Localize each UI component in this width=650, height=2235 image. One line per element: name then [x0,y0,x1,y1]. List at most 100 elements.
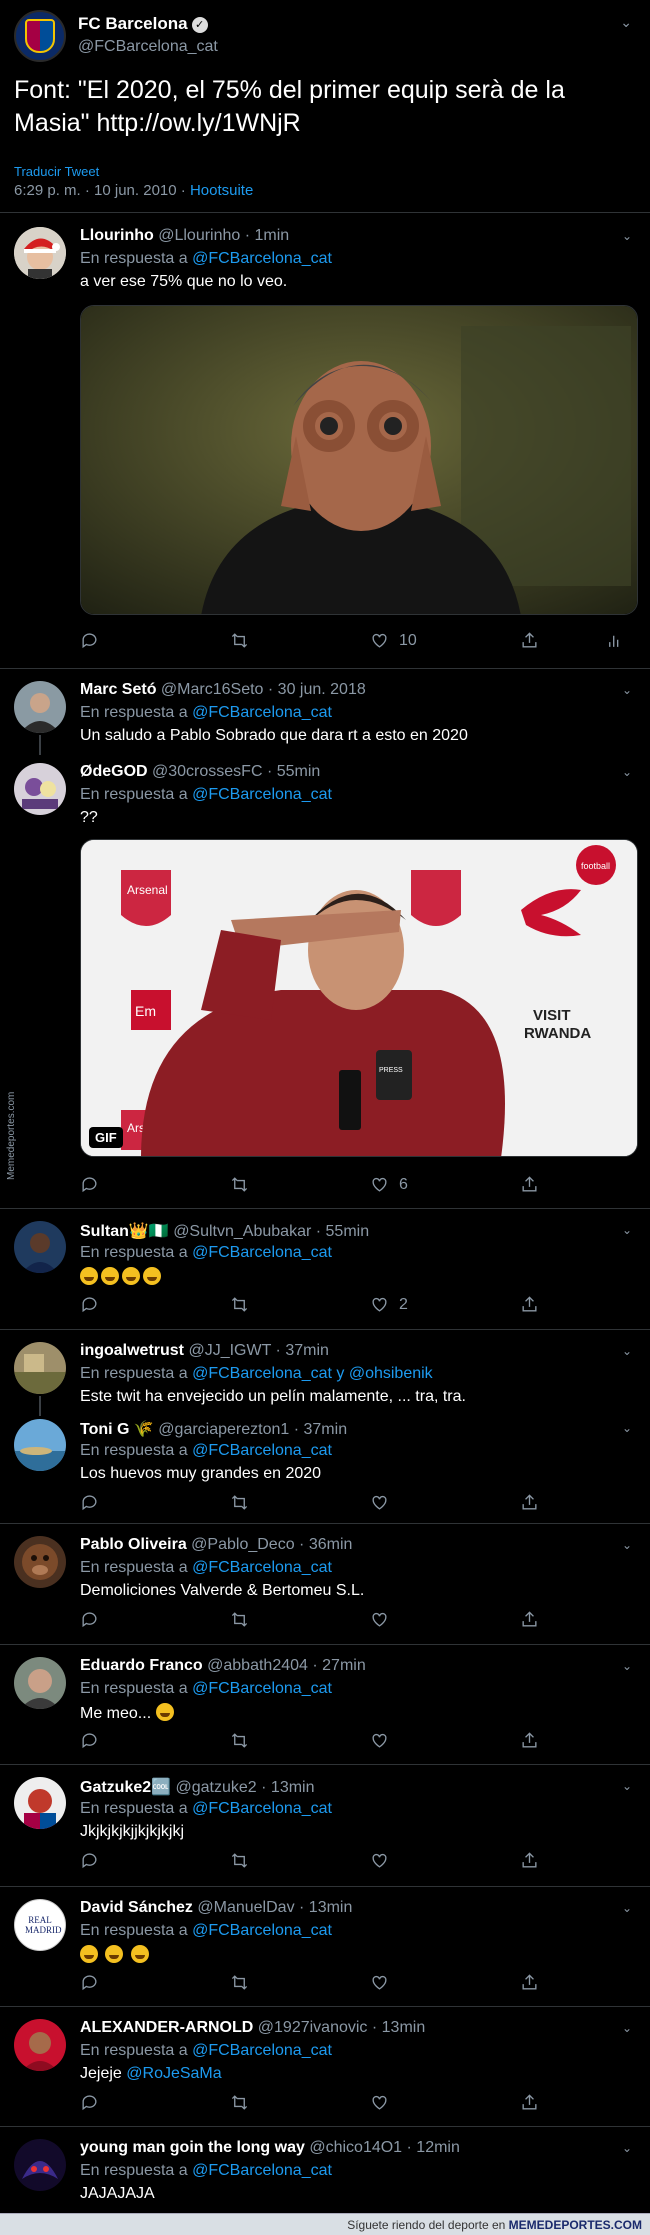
chevron-down-icon[interactable]: ⌄ [622,1223,632,1237]
reply-button[interactable] [80,1295,99,1314]
like-button[interactable] [370,2093,389,2112]
reply-time[interactable]: · 13min [261,1779,314,1796]
reply-tweet[interactable]: ØdeGOD @30crossesFC · 55min ⌄ En respues… [0,753,650,1208]
retweet-button[interactable] [230,1610,249,1629]
mention-link[interactable]: @FCBarcelona_cat [192,1800,332,1817]
reply-tweet[interactable]: Marc Setó @Marc16Seto · 30 jun. 2018 ⌄ E… [0,668,650,755]
reply-button[interactable] [80,1851,99,1870]
avatar[interactable] [14,2019,66,2071]
like-button[interactable] [370,1731,389,1750]
author-name[interactable]: Eduardo Franco [80,1657,203,1674]
author-handle[interactable]: @gatzuke2 [176,1779,257,1796]
author-handle[interactable]: @abbath2404 [207,1657,308,1674]
analytics-button[interactable] [605,631,624,650]
chevron-down-icon[interactable]: ⌄ [622,1779,632,1793]
reply-tweet[interactable]: REAL MADRID David Sánchez @ManuelDav · 1… [0,1886,650,2006]
reply-time[interactable]: · 37min [276,1342,329,1359]
author-handle[interactable]: @1927ivanovic [258,2019,368,2036]
avatar[interactable] [14,227,66,279]
author-name[interactable]: young man goin the long way [80,2139,305,2156]
mention-link[interactable]: @FCBarcelona_cat [192,704,332,721]
retweet-button[interactable] [230,1175,249,1194]
chevron-down-icon[interactable]: ⌄ [622,1901,632,1915]
avatar[interactable] [14,1657,66,1709]
share-button[interactable] [520,2093,539,2112]
reply-button[interactable] [80,1610,99,1629]
chevron-down-icon[interactable]: ⌄ [622,1659,632,1673]
avatar[interactable] [14,2139,66,2191]
like-button[interactable] [370,1610,389,1629]
reply-tweet[interactable]: Llourinho @Llourinho · 1min ⌄ En respues… [0,212,650,667]
mention-link[interactable]: @FCBarcelona_cat [192,1922,332,1939]
author-handle[interactable]: @Marc16Seto [161,681,264,698]
chevron-down-icon[interactable]: ⌄ [622,765,632,779]
chevron-down-icon[interactable]: ⌄ [622,1538,632,1552]
author-name[interactable]: ALEXANDER-ARNOLD [80,2019,253,2036]
author-name[interactable]: Pablo Oliveira [80,1536,187,1553]
avatar[interactable] [14,1536,66,1588]
share-button[interactable] [520,1851,539,1870]
like-button[interactable]: 2 [370,1295,408,1314]
reply-time[interactable]: · 36min [299,1536,352,1553]
mention-link[interactable]: @FCBarcelona_cat [192,1244,332,1261]
reply-time[interactable]: · 30 jun. 2018 [268,681,366,698]
reply-tweet[interactable]: Gatzuke2🆒 @gatzuke2 · 13min ⌄ En respues… [0,1764,650,1886]
reply-button[interactable] [80,1731,99,1750]
main-account-name[interactable]: FC Barcelona ✓ [78,14,208,34]
author-name[interactable]: Gatzuke2🆒 [80,1779,171,1796]
author-handle[interactable]: @ManuelDav [197,1899,294,1916]
reply-button[interactable] [80,1175,99,1194]
reply-time[interactable]: · 1min [245,227,289,244]
author-name[interactable]: ØdeGOD [80,763,148,780]
timestamp[interactable]: 6:29 p. m. · 10 jun. 2010 · [14,182,190,199]
mention-link[interactable]: @FCBarcelona_cat [192,1365,332,1382]
reply-tweet[interactable]: Toni G 🌾 @garciaperezton1 · 37min ⌄ En r… [0,1415,650,1523]
reply-time[interactable]: · 13min [299,1899,352,1916]
source-link[interactable]: Hootsuite [190,182,253,199]
reply-time[interactable]: · 13min [372,2019,425,2036]
reply-tweet[interactable]: Eduardo Franco @abbath2404 · 27min ⌄ En … [0,1644,650,1764]
author-name[interactable]: Toni G 🌾 [80,1421,154,1438]
author-handle[interactable]: @Sultvn_Abubakar [173,1223,311,1240]
retweet-button[interactable] [230,1493,249,1512]
avatar[interactable] [14,1777,66,1829]
reply-button[interactable] [80,1493,99,1512]
avatar[interactable] [14,681,66,733]
mention-link[interactable]: @FCBarcelona_cat [192,2162,332,2179]
share-button[interactable] [520,1610,539,1629]
reply-button[interactable] [80,2093,99,2112]
like-button[interactable] [370,1973,389,1992]
reply-time[interactable]: · 55min [267,763,320,780]
author-handle[interactable]: @30crossesFC [152,763,263,780]
share-button[interactable] [520,1731,539,1750]
avatar[interactable] [14,1342,66,1394]
author-handle[interactable]: @garciaperezton1 [158,1421,289,1438]
chevron-down-icon[interactable]: ⌄ [622,1421,632,1435]
mention-link[interactable]: @FCBarcelona_cat [192,250,332,267]
chevron-down-icon[interactable]: ⌄ [622,2021,632,2035]
author-handle[interactable]: @Llourinho [158,227,240,244]
mention-link[interactable]: @ohsibenik [349,1365,433,1382]
mention-link[interactable]: @RoJeSaMa [126,2065,221,2082]
retweet-button[interactable] [230,2093,249,2112]
retweet-button[interactable] [230,1295,249,1314]
reply-time[interactable]: · 37min [294,1421,347,1438]
retweet-button[interactable] [230,631,249,650]
retweet-button[interactable] [230,1973,249,1992]
author-handle[interactable]: @Pablo_Deco [191,1536,294,1553]
avatar[interactable] [14,1419,66,1471]
share-button[interactable] [520,1493,539,1512]
retweet-button[interactable] [230,1851,249,1870]
reply-tweet[interactable]: young man goin the long way @chico14O1 ·… [0,2126,650,2213]
reply-tweet[interactable]: Sultan👑🇳🇬 @Sultvn_Abubakar · 55min ⌄ En … [0,1208,650,1329]
author-name[interactable]: Llourinho [80,227,154,244]
reply-time[interactable]: · 12min [407,2139,460,2156]
author-name[interactable]: David Sánchez [80,1899,193,1916]
like-button[interactable]: 10 [370,631,417,650]
like-button[interactable] [370,1493,389,1512]
main-handle[interactable]: @FCBarcelona_cat [78,38,218,56]
share-button[interactable] [520,1295,539,1314]
chevron-down-icon[interactable]: ⌄ [622,229,632,243]
like-button[interactable]: 6 [370,1175,408,1194]
share-button[interactable] [520,631,539,650]
